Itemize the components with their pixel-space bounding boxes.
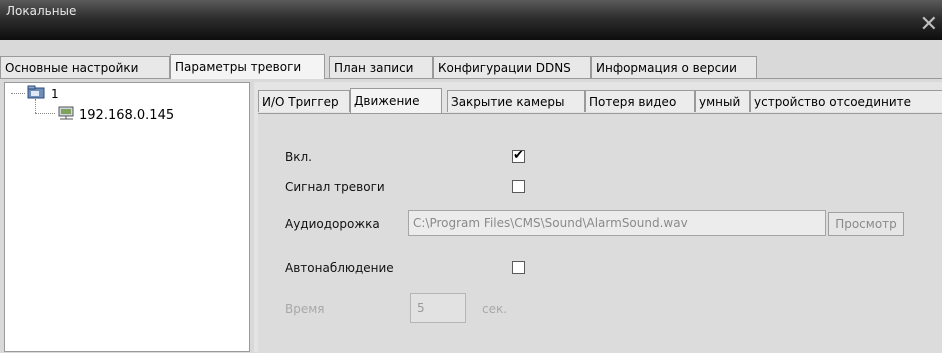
- title-bar: Локальные ✕: [0, 0, 942, 40]
- tree-connector: [11, 93, 25, 94]
- tab-camera-blind[interactable]: Закрытие камеры: [447, 90, 585, 112]
- tab-motion[interactable]: Движение: [350, 88, 442, 113]
- enable-checkbox[interactable]: ✔: [512, 148, 525, 163]
- auto-watch-label: Автонаблюдение: [285, 261, 394, 275]
- tree-node-device[interactable]: 192.168.0.145: [79, 108, 174, 123]
- auto-watch-checkbox[interactable]: [512, 261, 525, 274]
- tab-basic-settings[interactable]: Основные настройки: [0, 56, 170, 78]
- tab-smart[interactable]: умный: [695, 90, 750, 112]
- network-device-icon: [58, 106, 74, 120]
- enable-label: Вкл.: [285, 150, 312, 164]
- tab-ddns-config[interactable]: Конфигурации DDNS: [433, 56, 591, 78]
- audio-path-field[interactable]: C:\Program Files\CMS\Sound\AlarmSound.wa…: [408, 210, 826, 236]
- time-unit-label: сек.: [482, 302, 508, 316]
- main-tab-bar: Основные настройки Параметры тревоги Пла…: [0, 54, 942, 80]
- tab-version-info[interactable]: Информация о версии: [591, 56, 757, 78]
- alarm-signal-checkbox[interactable]: [512, 180, 525, 193]
- time-input[interactable]: 5: [410, 293, 466, 323]
- check-mark-icon: ✔: [513, 148, 524, 163]
- tree-connector: [35, 99, 36, 113]
- browse-button[interactable]: Просмотр: [828, 212, 904, 236]
- audio-track-label: Аудиодорожка: [285, 217, 380, 231]
- tab-alarm-parameters[interactable]: Параметры тревоги: [170, 54, 325, 79]
- sub-tab-bar: И/О Триггер Движение Закрытие камеры Пот…: [254, 88, 942, 114]
- close-icon[interactable]: ✕: [920, 14, 938, 36]
- tree-node-root[interactable]: 1: [51, 87, 59, 101]
- tab-io-trigger[interactable]: И/О Триггер: [258, 90, 350, 112]
- tab-record-plan[interactable]: План записи: [329, 56, 433, 78]
- device-tree[interactable]: 1 192.168.0.145: [4, 82, 250, 352]
- time-label: Время: [285, 302, 325, 316]
- tab-divider: [0, 78, 942, 79]
- window-title: Локальные: [6, 4, 77, 18]
- tab-device-disconnect[interactable]: устройство отсоедините: [750, 90, 942, 112]
- tree-connector: [35, 113, 55, 114]
- folder-icon: [27, 85, 45, 99]
- alarm-signal-label: Сигнал тревоги: [285, 180, 385, 194]
- tab-video-loss[interactable]: Потеря видео: [585, 90, 695, 112]
